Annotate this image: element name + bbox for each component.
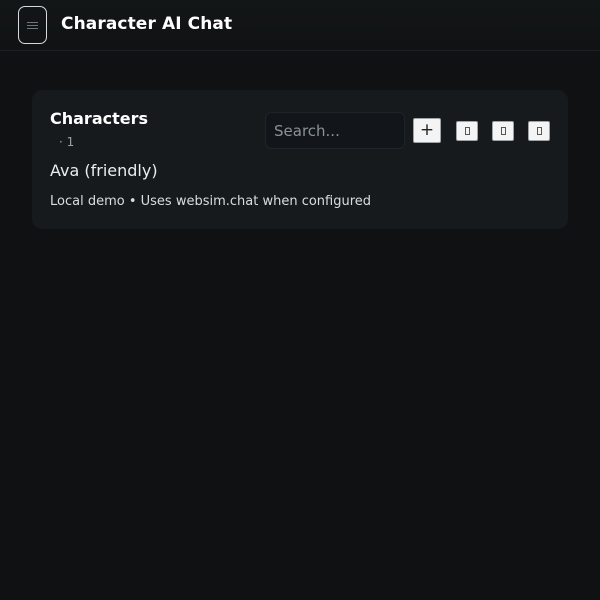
unknown-glyph-icon xyxy=(536,127,542,135)
app-header: Character AI Chat xyxy=(0,0,600,51)
panel-title: Characters xyxy=(50,109,149,128)
search-input[interactable] xyxy=(265,112,405,149)
characters-panel: Characters · 1 + Ava (friendly) Local de… xyxy=(32,90,568,229)
app-title: Character AI Chat xyxy=(61,14,233,34)
action-button-1[interactable] xyxy=(456,121,478,141)
action-button-3[interactable] xyxy=(528,121,550,141)
unknown-glyph-icon xyxy=(500,127,506,135)
action-button-2[interactable] xyxy=(492,121,514,141)
hamburger-menu-icon xyxy=(27,21,38,29)
character-count: · 1 xyxy=(59,135,75,149)
unknown-glyph-icon xyxy=(464,127,470,135)
plus-icon: + xyxy=(419,120,435,140)
menu-button[interactable] xyxy=(18,6,47,44)
character-name[interactable]: Ava (friendly) xyxy=(50,161,158,180)
character-meta: Local demo • Uses websim.chat when confi… xyxy=(50,194,372,209)
add-character-button[interactable]: + xyxy=(413,118,441,143)
